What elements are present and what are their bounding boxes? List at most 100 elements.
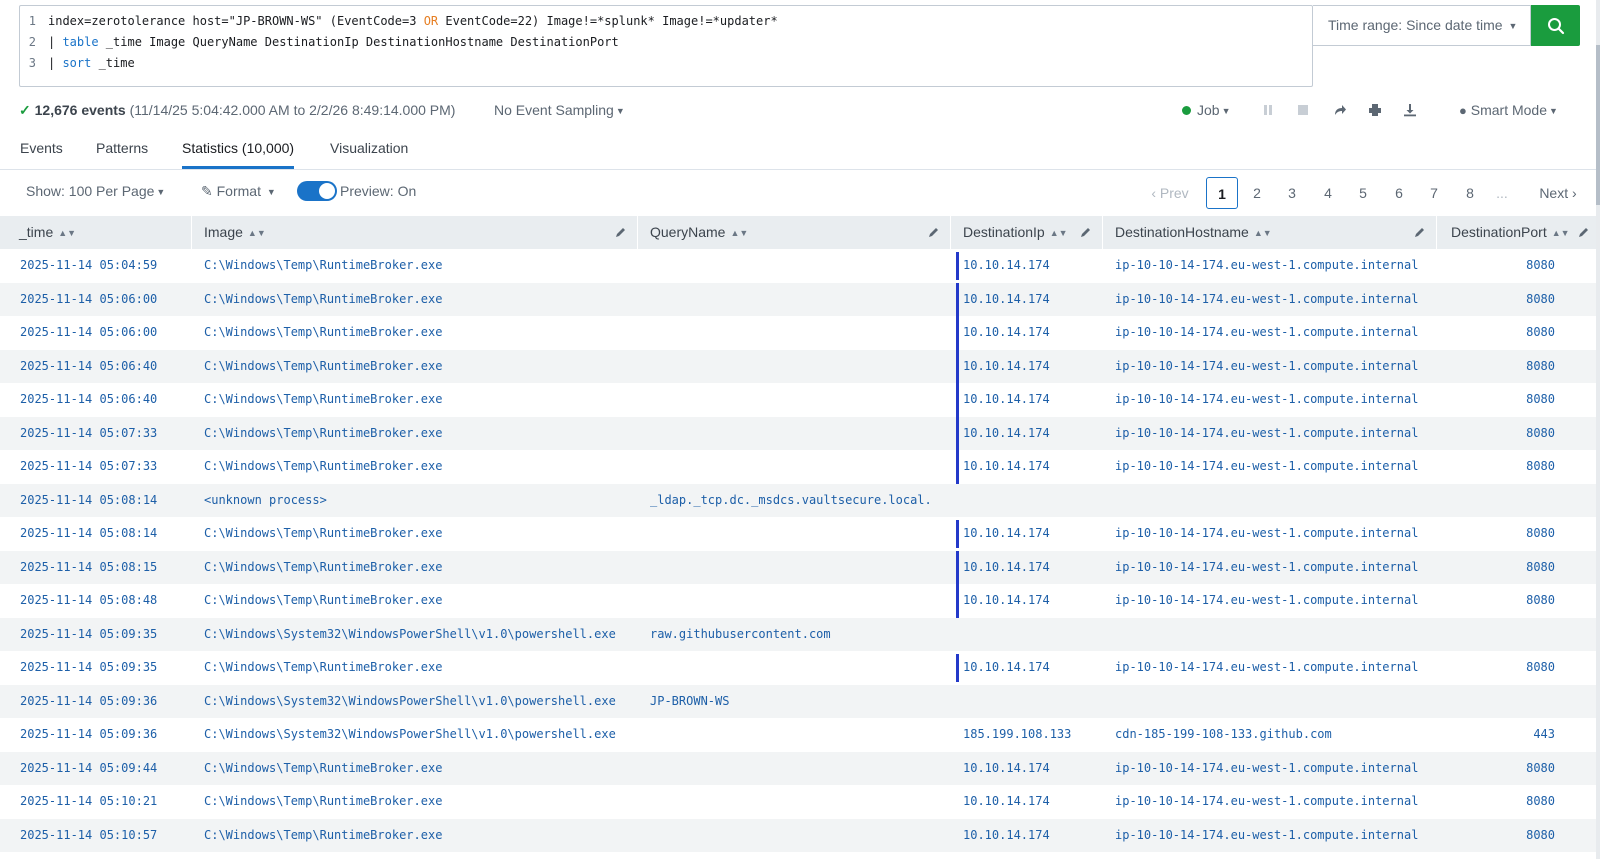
per-page-dropdown[interactable]: Show: 100 Per Page ▼ [26, 170, 165, 213]
edit-column-icon[interactable] [928, 226, 940, 238]
cell-time[interactable]: 2025-11-14 05:09:35 [20, 618, 157, 651]
cell-image[interactable]: C:\Windows\System32\WindowsPowerShell\v1… [204, 685, 616, 718]
cell-time[interactable]: 2025-11-14 05:08:14 [20, 484, 157, 517]
share-icon[interactable] [1333, 103, 1347, 117]
cell-time[interactable]: 2025-11-14 05:10:57 [20, 819, 157, 852]
cell-time[interactable]: 2025-11-14 05:07:33 [20, 450, 157, 483]
cell-port[interactable]: 8080 [1526, 517, 1555, 550]
cell-time[interactable]: 2025-11-14 05:06:00 [20, 316, 157, 349]
cell-host[interactable]: ip-10-10-14-174.eu-west-1.compute.intern… [1115, 283, 1418, 316]
download-icon[interactable] [1403, 103, 1417, 117]
cell-port[interactable]: 8080 [1526, 819, 1555, 852]
page-1-button[interactable]: 1 [1206, 177, 1238, 209]
page-2-button[interactable]: 2 [1241, 177, 1273, 209]
cell-time[interactable]: 2025-11-14 05:07:33 [20, 417, 157, 450]
cell-image[interactable]: C:\Windows\Temp\RuntimeBroker.exe [204, 350, 442, 383]
cell-port[interactable]: 8080 [1526, 249, 1555, 282]
cell-port[interactable]: 8080 [1526, 350, 1555, 383]
cell-ip[interactable]: 10.10.14.174 [963, 819, 1050, 852]
search-query-editor[interactable]: 1 index=zerotolerance host="JP-BROWN-WS" … [19, 5, 1313, 87]
cell-time[interactable]: 2025-11-14 05:10:21 [20, 785, 157, 818]
column-header-destinationport[interactable]: DestinationPort ▲▼ [1437, 216, 1600, 249]
cell-time[interactable]: 2025-11-14 05:08:15 [20, 551, 157, 584]
search-mode-dropdown[interactable]: ● Smart Mode ▼ [1459, 98, 1558, 123]
cell-ip[interactable]: 10.10.14.174 [963, 417, 1050, 450]
cell-image[interactable]: C:\Windows\Temp\RuntimeBroker.exe [204, 417, 442, 450]
cell-host[interactable]: ip-10-10-14-174.eu-west-1.compute.intern… [1115, 819, 1418, 852]
cell-port[interactable]: 8080 [1526, 551, 1555, 584]
tab-events[interactable]: Events [20, 129, 63, 169]
cell-image[interactable]: C:\Windows\Temp\RuntimeBroker.exe [204, 249, 442, 282]
cell-image[interactable]: C:\Windows\Temp\RuntimeBroker.exe [204, 819, 442, 852]
cell-time[interactable]: 2025-11-14 05:09:36 [20, 718, 157, 751]
cell-image[interactable]: C:\Windows\Temp\RuntimeBroker.exe [204, 551, 442, 584]
cell-ip[interactable]: 10.10.14.174 [963, 350, 1050, 383]
sort-icon[interactable]: ▲▼ [1050, 228, 1068, 238]
cell-host[interactable]: ip-10-10-14-174.eu-west-1.compute.intern… [1115, 350, 1418, 383]
cell-port[interactable]: 8080 [1526, 383, 1555, 416]
cell-host[interactable]: cdn-185-199-108-133.github.com [1115, 718, 1332, 751]
cell-port[interactable]: 8080 [1526, 283, 1555, 316]
cell-time[interactable]: 2025-11-14 05:06:40 [20, 383, 157, 416]
preview-toggle[interactable] [297, 181, 337, 201]
cell-image[interactable]: C:\Windows\System32\WindowsPowerShell\v1… [204, 618, 616, 651]
cell-time[interactable]: 2025-11-14 05:04:59 [20, 249, 157, 282]
cell-host[interactable]: ip-10-10-14-174.eu-west-1.compute.intern… [1115, 517, 1418, 550]
column-header-destinationip[interactable]: DestinationIp ▲▼ [951, 216, 1103, 249]
sort-icon[interactable]: ▲▼ [248, 228, 266, 238]
search-button[interactable] [1531, 5, 1580, 46]
cell-time[interactable]: 2025-11-14 05:09:36 [20, 685, 157, 718]
cell-ip[interactable]: 10.10.14.174 [963, 249, 1050, 282]
page-4-button[interactable]: 4 [1312, 177, 1344, 209]
page-5-button[interactable]: 5 [1347, 177, 1379, 209]
cell-ip[interactable]: 10.10.14.174 [963, 517, 1050, 550]
cell-time[interactable]: 2025-11-14 05:06:00 [20, 283, 157, 316]
edit-column-icon[interactable] [1080, 226, 1092, 238]
cell-ip[interactable]: 10.10.14.174 [963, 283, 1050, 316]
sort-icon[interactable]: ▲▼ [1552, 228, 1570, 238]
cell-ip[interactable]: 10.10.14.174 [963, 551, 1050, 584]
event-sampling-dropdown[interactable]: No Event Sampling ▼ [494, 98, 625, 123]
cell-ip[interactable]: 10.10.14.174 [963, 316, 1050, 349]
column-header-image[interactable]: Image ▲▼ [192, 216, 638, 249]
cell-time[interactable]: 2025-11-14 05:09:44 [20, 752, 157, 785]
cell-host[interactable]: ip-10-10-14-174.eu-west-1.compute.intern… [1115, 316, 1418, 349]
cell-query[interactable]: _ldap._tcp.dc._msdcs.vaultsecure.local. [650, 484, 932, 517]
cell-image[interactable]: <unknown process> [204, 484, 327, 517]
print-icon[interactable] [1368, 103, 1382, 117]
cell-host[interactable]: ip-10-10-14-174.eu-west-1.compute.intern… [1115, 584, 1418, 617]
cell-image[interactable]: C:\Windows\Temp\RuntimeBroker.exe [204, 316, 442, 349]
tab-patterns[interactable]: Patterns [96, 129, 148, 169]
cell-time[interactable]: 2025-11-14 05:08:14 [20, 517, 157, 550]
tab-statistics[interactable]: Statistics (10,000) [182, 129, 295, 169]
cell-ip[interactable]: 10.10.14.174 [963, 785, 1050, 818]
cell-image[interactable]: C:\Windows\Temp\RuntimeBroker.exe [204, 584, 442, 617]
job-menu[interactable]: Job ▼ [1182, 98, 1231, 123]
edit-column-icon[interactable] [1578, 226, 1590, 238]
time-range-picker[interactable]: Time range: Since date time ▼ [1313, 5, 1531, 46]
sort-icon[interactable]: ▲▼ [730, 228, 748, 238]
page-6-button[interactable]: 6 [1383, 177, 1415, 209]
cell-ip[interactable]: 10.10.14.174 [963, 450, 1050, 483]
cell-port[interactable]: 443 [1533, 718, 1555, 751]
cell-query[interactable]: JP-BROWN-WS [650, 685, 729, 718]
cell-port[interactable]: 8080 [1526, 316, 1555, 349]
cell-image[interactable]: C:\Windows\Temp\RuntimeBroker.exe [204, 283, 442, 316]
cell-port[interactable]: 8080 [1526, 785, 1555, 818]
cell-host[interactable]: ip-10-10-14-174.eu-west-1.compute.intern… [1115, 551, 1418, 584]
cell-ip[interactable]: 10.10.14.174 [963, 584, 1050, 617]
cell-port[interactable]: 8080 [1526, 450, 1555, 483]
cell-ip[interactable]: 10.10.14.174 [963, 651, 1050, 684]
scrollbar[interactable] [1596, 0, 1600, 859]
cell-image[interactable]: C:\Windows\Temp\RuntimeBroker.exe [204, 517, 442, 550]
cell-host[interactable]: ip-10-10-14-174.eu-west-1.compute.intern… [1115, 785, 1418, 818]
cell-host[interactable]: ip-10-10-14-174.eu-west-1.compute.intern… [1115, 249, 1418, 282]
cell-host[interactable]: ip-10-10-14-174.eu-west-1.compute.intern… [1115, 651, 1418, 684]
column-header-queryname[interactable]: QueryName ▲▼ [638, 216, 951, 249]
page-3-button[interactable]: 3 [1276, 177, 1308, 209]
prev-page-button[interactable]: ‹ Prev [1144, 177, 1196, 209]
cell-ip[interactable]: 10.10.14.174 [963, 752, 1050, 785]
cell-image[interactable]: C:\Windows\Temp\RuntimeBroker.exe [204, 752, 442, 785]
sort-icon[interactable]: ▲▼ [1254, 228, 1272, 238]
edit-column-icon[interactable] [615, 226, 627, 238]
